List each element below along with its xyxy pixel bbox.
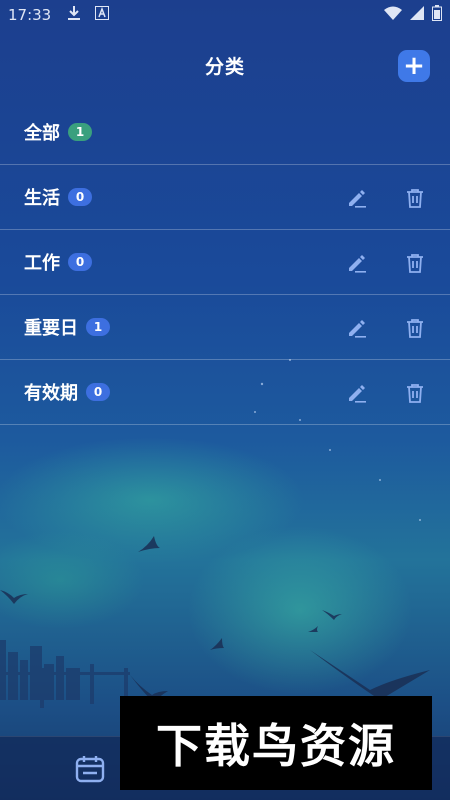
status-time: 17:33 bbox=[8, 6, 52, 24]
battery-icon bbox=[432, 5, 442, 25]
delete-icon[interactable] bbox=[404, 252, 426, 274]
edit-icon[interactable] bbox=[346, 317, 368, 339]
signal-icon bbox=[410, 6, 424, 24]
download-icon bbox=[67, 5, 81, 25]
category-name: 重要日 bbox=[24, 318, 78, 339]
edit-icon[interactable] bbox=[346, 252, 368, 274]
count-badge: 0 bbox=[68, 188, 92, 206]
plus-icon: + bbox=[403, 51, 425, 81]
category-row-life[interactable]: 生活 0 bbox=[0, 165, 450, 230]
category-list: 全部 1 生活 0 工作 0 重要日 1 有效期 0 bbox=[0, 100, 450, 425]
category-name: 工作 bbox=[24, 253, 60, 274]
delete-icon[interactable] bbox=[404, 187, 426, 209]
category-row-important[interactable]: 重要日 1 bbox=[0, 295, 450, 360]
app-header: 分类 + bbox=[0, 40, 450, 90]
add-category-button[interactable]: + bbox=[398, 50, 430, 82]
edit-icon[interactable] bbox=[346, 187, 368, 209]
delete-icon[interactable] bbox=[404, 382, 426, 404]
delete-icon[interactable] bbox=[404, 317, 426, 339]
count-badge: 1 bbox=[86, 318, 110, 336]
a-icon bbox=[95, 6, 110, 24]
wifi-icon bbox=[384, 6, 402, 24]
edit-icon[interactable] bbox=[346, 382, 368, 404]
watermark-logo: 下载鸟资源 bbox=[120, 696, 432, 790]
category-row-expiry[interactable]: 有效期 0 bbox=[0, 360, 450, 425]
status-bar: 17:33 bbox=[0, 0, 450, 30]
count-badge: 1 bbox=[68, 123, 92, 141]
category-name: 全部 bbox=[24, 123, 60, 144]
page-title: 分类 bbox=[204, 55, 245, 78]
category-row-all[interactable]: 全部 1 bbox=[0, 100, 450, 165]
count-badge: 0 bbox=[68, 253, 92, 271]
category-row-work[interactable]: 工作 0 bbox=[0, 230, 450, 295]
count-badge: 0 bbox=[86, 383, 110, 401]
category-name: 生活 bbox=[24, 188, 60, 209]
category-name: 有效期 bbox=[24, 383, 78, 404]
calendar-icon[interactable] bbox=[74, 753, 106, 785]
